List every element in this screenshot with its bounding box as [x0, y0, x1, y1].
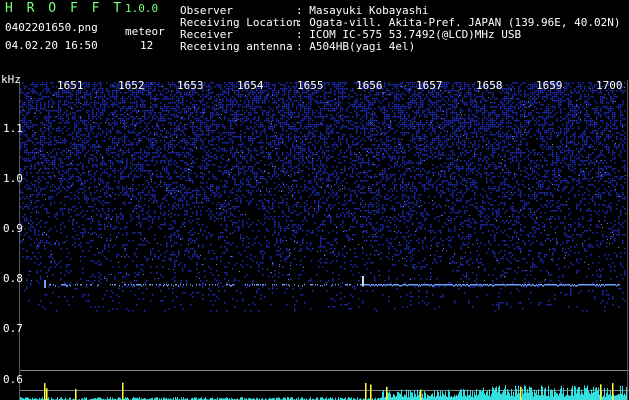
y-tick-label: 0.8 [3, 272, 23, 285]
x-tick-label: 1653 [177, 79, 204, 92]
datetime: 04.02.20 16:50 [5, 39, 98, 52]
app-version: 1.0.0 [125, 2, 159, 15]
x-tick-label: 1652 [118, 79, 145, 92]
meteor-label: meteor [125, 25, 165, 38]
filename: 0402201650.png [5, 21, 98, 34]
y-tick-label: 1.1 [3, 122, 23, 135]
y-axis-unit: kHz [1, 73, 21, 86]
spectrogram-canvas [19, 80, 629, 400]
x-tick-label: 1659 [536, 79, 563, 92]
y-tick-label: 0.6 [3, 373, 23, 386]
x-tick-label: 1657 [416, 79, 443, 92]
y-tick-label: 0.9 [3, 222, 23, 235]
right-edge-line [627, 80, 628, 400]
noise-field [20, 82, 626, 312]
x-tick-label: 1655 [297, 79, 324, 92]
x-tick-label: 1654 [237, 79, 264, 92]
y-tick-label: 0.7 [3, 322, 23, 335]
app-name: H R O F F T [5, 1, 125, 16]
meteor-count: 12 [140, 39, 154, 52]
y-tick-label: 1.0 [3, 172, 23, 185]
spectrum-bars [20, 382, 627, 400]
info-label-antenna: Receiving antenna [180, 40, 293, 53]
x-tick-label: 1700 [596, 79, 623, 92]
spectrogram-plot [0, 62, 629, 400]
x-tick-label: 1658 [476, 79, 503, 92]
x-tick-label: 1651 [57, 79, 84, 92]
grid-line [20, 370, 629, 371]
hroffft-window: H R O F F T 1.0.0 0402201650.png meteor … [0, 0, 629, 400]
grid-line [20, 390, 629, 391]
info-value-antenna: : A504HB(yagi 4el) [296, 40, 416, 53]
x-tick-label: 1656 [356, 79, 383, 92]
